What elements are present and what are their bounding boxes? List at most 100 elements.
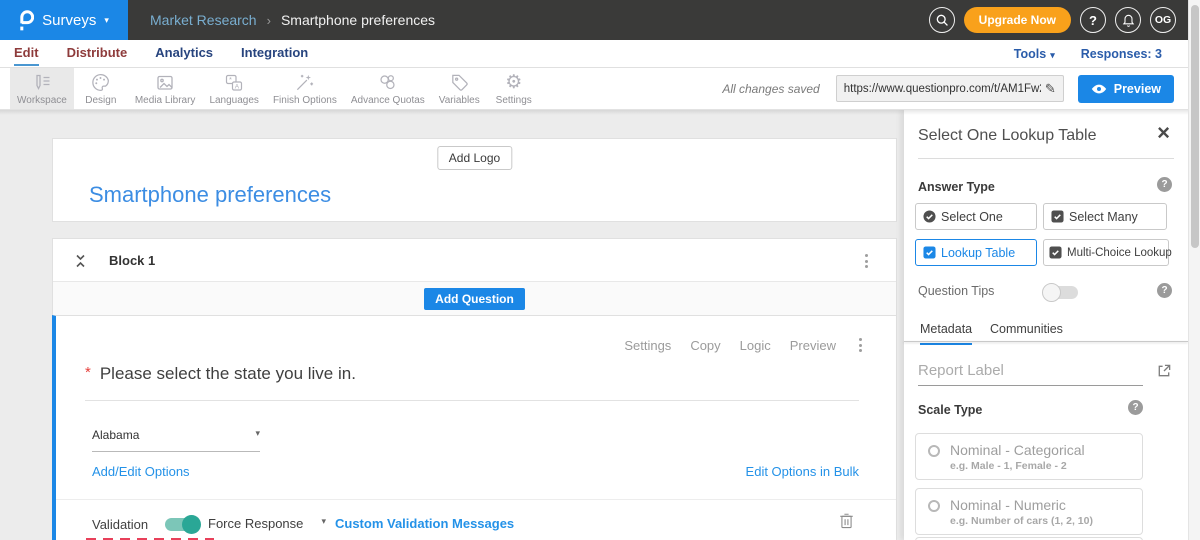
tab-analytics[interactable]: Analytics [155, 40, 213, 67]
scale-type-nominal-numeric[interactable]: Nominal - Numeric e.g. Number of cars (1… [915, 488, 1143, 535]
question-preview-link[interactable]: Preview [790, 338, 836, 353]
answer-type-select-many[interactable]: Select Many [1043, 203, 1167, 230]
eye-icon [1091, 84, 1107, 94]
bell-icon [1122, 13, 1135, 27]
tab-integration[interactable]: Integration [241, 40, 308, 67]
chevron-down-icon: ▾ [1050, 50, 1055, 60]
answer-type-select-one[interactable]: Select One [915, 203, 1037, 230]
block-header: Block 1 [53, 239, 896, 282]
scale-type-nominal-categorical[interactable]: Nominal - Categorical e.g. Male - 1, Fem… [915, 433, 1143, 480]
survey-nav-tabs: Edit Distribute Analytics Integration To… [0, 40, 1188, 68]
validation-type-dropdown[interactable]: Force Response ▾ [208, 516, 326, 540]
product-switcher[interactable]: Surveys ▾ [0, 0, 128, 40]
gear-icon: ⚙ [505, 72, 522, 94]
survey-url-field[interactable]: ✎ [836, 75, 1064, 102]
question-settings-sidebar: Select One Lookup Table × Answer Type ? … [904, 110, 1188, 540]
question-card: Settings Copy Logic Preview *Please sele… [52, 315, 897, 540]
answer-type-label: Answer Type [918, 180, 995, 194]
block-menu-kebab-icon[interactable] [861, 250, 872, 272]
notifications-button[interactable] [1115, 7, 1141, 33]
breadcrumb-current: Smartphone preferences [281, 12, 435, 28]
collapse-block-icon[interactable] [73, 253, 88, 269]
add-question-button[interactable]: Add Question [424, 288, 525, 310]
survey-column: Add Logo Smartphone preferences Block 1 … [52, 110, 897, 540]
toolbar-item-advance-quotas[interactable]: Advance Quotas [344, 68, 432, 109]
delete-question-trash-icon[interactable] [839, 511, 854, 530]
question-menu-kebab-icon[interactable] [855, 334, 866, 356]
chevron-down-icon: ▾ [255, 428, 260, 442]
image-icon [154, 72, 176, 94]
responses-link[interactable]: Responses: 3 [1081, 47, 1162, 61]
breadcrumb-separator-icon: › [267, 13, 271, 28]
close-icon[interactable]: × [1157, 120, 1170, 146]
answer-type-multi-choice-lookup[interactable]: Multi-Choice Lookup [1043, 239, 1169, 266]
toggle-knob [182, 515, 201, 534]
radio-icon [928, 445, 940, 457]
toggle-knob [1042, 283, 1061, 302]
editor-toolbar: Workspace Design Media Library [0, 68, 1188, 110]
validation-type-value: Force Response [208, 516, 303, 531]
scrollbar-thumb[interactable] [1191, 5, 1199, 248]
add-logo-button[interactable]: Add Logo [437, 146, 512, 170]
page-scrollbar[interactable] [1188, 0, 1200, 540]
custom-validation-messages-link[interactable]: Custom Validation Messages [335, 516, 514, 531]
question-copy-link[interactable]: Copy [690, 338, 720, 353]
workspace-icon [31, 72, 53, 94]
editor-canvas: Add Logo Smartphone preferences Block 1 … [0, 110, 1188, 540]
tools-menu[interactable]: Tools▾ [1014, 47, 1055, 61]
question-settings-link[interactable]: Settings [624, 338, 671, 353]
palette-icon [90, 72, 111, 94]
toolbar-item-languages[interactable]: * A Languages [202, 68, 266, 109]
tab-edit[interactable]: Edit [14, 40, 39, 67]
block-title[interactable]: Block 1 [109, 239, 155, 282]
toolbar-item-workspace[interactable]: Workspace [10, 68, 74, 109]
chain-links-icon [377, 72, 398, 94]
survey-title[interactable]: Smartphone preferences [89, 182, 331, 208]
toolbar-item-settings[interactable]: ⚙ Settings [487, 68, 541, 109]
toolbar-right: All changes saved ✎ Preview [722, 68, 1174, 109]
toolbar-item-design[interactable]: Design [74, 68, 128, 109]
validation-toggle[interactable] [165, 518, 199, 531]
upgrade-now-button[interactable]: Upgrade Now [964, 7, 1071, 33]
add-question-strip: Add Question [53, 282, 896, 315]
toolbar-item-finish-options[interactable]: Finish Options [266, 68, 344, 109]
tab-communities[interactable]: Communities [990, 322, 1063, 343]
edit-url-pencil-icon[interactable]: ✎ [1045, 81, 1056, 97]
scale-type-help-icon[interactable]: ? [1128, 400, 1143, 415]
save-status: All changes saved [722, 82, 819, 96]
translate-icon: * A [223, 72, 245, 94]
question-mark-icon: ? [1089, 13, 1097, 28]
toolbar-item-variables[interactable]: Variables [432, 68, 487, 109]
question-text-row[interactable]: *Please select the state you live in. [85, 364, 859, 401]
external-link-icon[interactable] [1156, 363, 1172, 379]
question-text[interactable]: Please select the state you live in. [100, 364, 356, 383]
search-icon [935, 13, 949, 27]
answer-type-lookup-table[interactable]: Lookup Table [915, 239, 1037, 266]
toolbar-item-media-library[interactable]: Media Library [128, 68, 203, 109]
svg-text:A: A [235, 83, 240, 90]
report-label-input[interactable] [918, 360, 1143, 386]
survey-url-input[interactable] [844, 83, 1041, 95]
questionpro-logo-icon [19, 10, 34, 31]
sidebar-title: Select One Lookup Table [918, 127, 1097, 145]
tab-distribute[interactable]: Distribute [67, 40, 128, 67]
question-tips-toggle[interactable] [1044, 286, 1078, 299]
answer-dropdown[interactable]: Alabama ▾ [92, 428, 260, 452]
answer-type-help-icon[interactable]: ? [1157, 177, 1172, 192]
question-tips-help-icon[interactable]: ? [1157, 283, 1172, 298]
question-actions: Settings Copy Logic Preview [624, 334, 866, 356]
preview-button[interactable]: Preview [1078, 75, 1174, 103]
add-edit-options-link[interactable]: Add/Edit Options [92, 464, 190, 479]
chevron-down-icon: ▾ [104, 15, 109, 26]
search-button[interactable] [929, 7, 955, 33]
svg-text:*: * [229, 75, 232, 84]
app-window: Surveys ▾ Market Research › Smartphone p… [0, 0, 1188, 540]
survey-header-card: Add Logo Smartphone preferences [52, 138, 897, 222]
question-logic-link[interactable]: Logic [740, 338, 771, 353]
breadcrumb-folder[interactable]: Market Research [150, 12, 257, 28]
help-button[interactable]: ? [1080, 7, 1106, 33]
avatar-initials: OG [1155, 14, 1171, 26]
edit-options-in-bulk-link[interactable]: Edit Options in Bulk [746, 464, 859, 479]
avatar[interactable]: OG [1150, 7, 1176, 33]
chevron-down-icon: ▾ [321, 516, 326, 531]
